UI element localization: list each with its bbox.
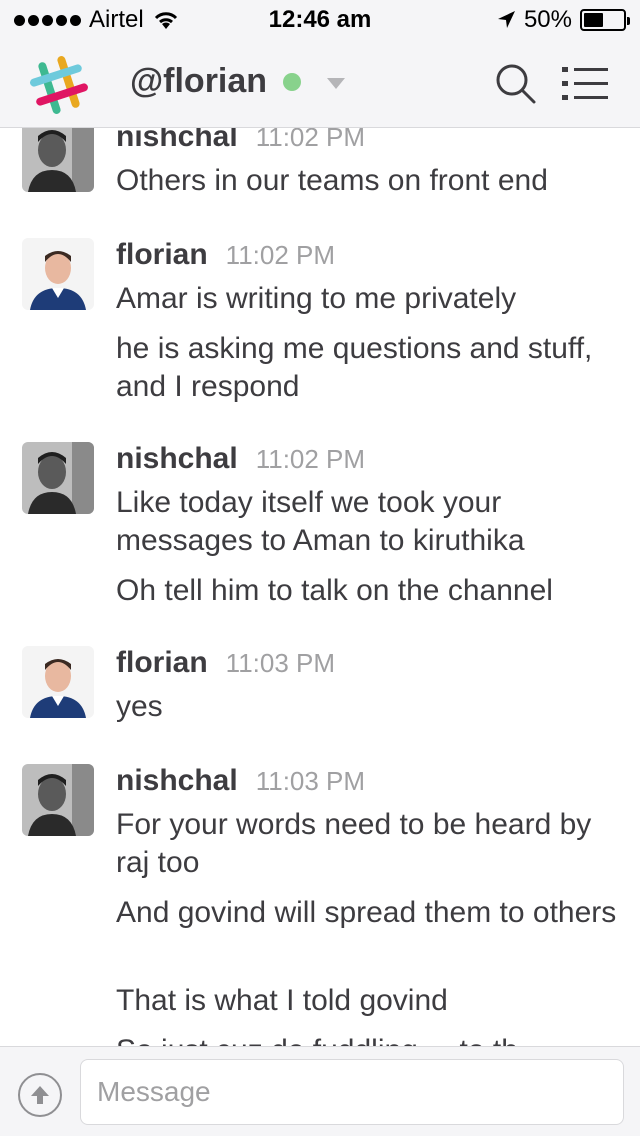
avatar-florian[interactable] <box>22 238 94 310</box>
battery-icon <box>580 9 630 31</box>
message-author[interactable]: florian <box>116 238 208 272</box>
message-timestamp: 11:02 PM <box>225 240 336 270</box>
carrier-name: Airtel <box>89 6 144 33</box>
channel-title[interactable]: @florian <box>130 62 346 101</box>
message-text: For your words need to be heard by raj t… <box>116 808 592 879</box>
avatar-nishchal[interactable] <box>22 128 94 192</box>
message-text: Others in our teams on front end <box>116 164 548 197</box>
message-timestamp: 11:02 PM <box>255 444 366 474</box>
search-button[interactable] <box>494 62 538 106</box>
message-text: Oh tell him to talk on the channel <box>116 574 553 607</box>
search-icon <box>496 64 536 104</box>
wifi-icon <box>154 12 177 29</box>
message-text: That is what I told govind <box>116 984 448 1017</box>
chevron-down-icon[interactable] <box>327 78 346 89</box>
message-text: So just cuz de fuddling ... to th... <box>116 1032 626 1046</box>
upload-button[interactable] <box>18 1073 62 1117</box>
app-header: @florian <box>0 40 640 128</box>
status-bar: Airtel 12:46 am 50% <box>0 0 640 40</box>
battery-fill <box>584 13 603 27</box>
message-timestamp: 11:03 PM <box>225 648 336 678</box>
message-author[interactable]: nishchal <box>116 128 238 154</box>
message-text: yes <box>116 690 163 723</box>
upload-arrow-icon <box>31 1086 49 1104</box>
list-menu-icon <box>562 67 608 100</box>
presence-indicator <box>283 72 302 91</box>
avatar-nishchal[interactable] <box>22 764 94 836</box>
message-text: Amar is writing to me privately <box>116 282 517 315</box>
battery-percent: 50% <box>523 6 572 33</box>
message-text: And govind will spread them to others <box>116 896 617 929</box>
status-left: Airtel <box>14 6 234 34</box>
message-list[interactable]: nishchal 11:02 PM Others in our teams on… <box>0 128 640 1046</box>
channel-name: @florian <box>130 62 268 100</box>
menu-button[interactable] <box>560 64 610 104</box>
status-right: 50% <box>406 6 630 34</box>
message-text: he is asking me questions and stuff, and… <box>116 332 593 403</box>
status-time: 12:46 am <box>268 6 372 33</box>
location-arrow-icon <box>497 11 515 28</box>
message-input[interactable] <box>80 1059 624 1125</box>
message-author[interactable]: nishchal <box>116 764 238 798</box>
message-header: florian 11:02 PM <box>116 238 335 272</box>
avatar-nishchal[interactable] <box>22 442 94 514</box>
slack-logo-icon[interactable] <box>28 54 90 116</box>
message-timestamp: 11:03 PM <box>255 766 366 796</box>
message-author[interactable]: florian <box>116 646 208 680</box>
message-header: nishchal 11:02 PM <box>116 128 365 154</box>
avatar-florian[interactable] <box>22 646 94 718</box>
message-timestamp: 11:02 PM <box>255 128 366 152</box>
message-header: nishchal 11:02 PM <box>116 442 365 476</box>
signal-strength-icon <box>14 14 81 26</box>
message-header: nishchal 11:03 PM <box>116 764 365 798</box>
message-header: florian 11:03 PM <box>116 646 335 680</box>
message-author[interactable]: nishchal <box>116 442 238 476</box>
message-composer <box>0 1046 640 1136</box>
message-text: Like today itself we took your messages … <box>116 486 525 557</box>
